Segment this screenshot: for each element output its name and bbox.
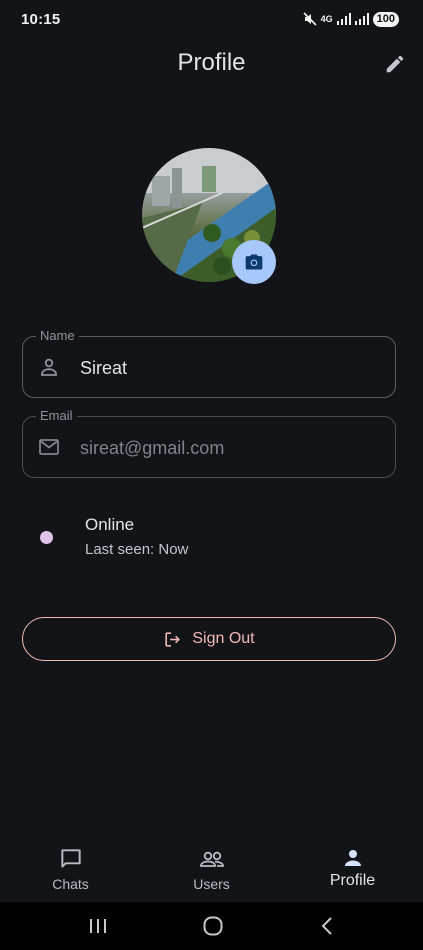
home-icon[interactable] xyxy=(202,915,224,937)
logout-icon xyxy=(165,631,181,647)
system-nav-bar xyxy=(0,902,423,950)
edit-button[interactable] xyxy=(381,50,409,78)
presence-status: Online Last seen: Now xyxy=(0,512,423,572)
name-field-label: Name xyxy=(36,328,79,344)
name-field[interactable]: Name Sireat xyxy=(22,328,396,398)
bottom-nav: Chats Users Profile xyxy=(0,834,423,902)
battery-indicator: 100 xyxy=(372,11,399,27)
chat-bubble-icon xyxy=(60,849,81,868)
back-icon[interactable] xyxy=(318,916,336,936)
page-title: Profile xyxy=(177,49,246,76)
person-icon xyxy=(41,358,57,376)
mute-icon xyxy=(303,12,317,26)
nav-item-profile[interactable]: Profile xyxy=(282,834,423,902)
avatar-container xyxy=(142,148,276,284)
nav-label-users: Users xyxy=(193,876,230,892)
status-icons: 4G 100 xyxy=(303,11,399,27)
online-dot-icon xyxy=(40,531,53,544)
name-value: Sireat xyxy=(80,358,128,378)
signal-icon xyxy=(336,13,351,25)
signal-icon-2 xyxy=(354,13,369,25)
pencil-icon xyxy=(386,55,404,73)
online-status-text: Online xyxy=(85,515,135,534)
network-type-label: 4G xyxy=(320,14,333,24)
sign-out-label: Sign Out xyxy=(192,630,255,647)
users-icon xyxy=(199,851,224,867)
person-icon xyxy=(344,850,361,866)
email-field[interactable]: Email sireat@gmail.com xyxy=(22,408,396,478)
email-field-label: Email xyxy=(36,408,77,424)
camera-icon xyxy=(245,254,263,270)
nav-label-chats: Chats xyxy=(52,876,89,892)
mail-icon xyxy=(39,439,59,455)
status-bar: 10:15 4G 100 xyxy=(0,0,423,38)
recent-apps-icon[interactable] xyxy=(87,917,109,935)
status-time: 10:15 xyxy=(21,10,61,28)
last-seen-text: Last seen: Now xyxy=(85,541,189,558)
email-value: sireat@gmail.com xyxy=(80,438,225,458)
nav-label-profile: Profile xyxy=(329,872,376,889)
sign-out-button[interactable]: Sign Out xyxy=(22,617,396,661)
change-photo-button[interactable] xyxy=(232,240,276,284)
app-bar: Profile xyxy=(0,38,423,90)
nav-item-chats[interactable]: Chats xyxy=(0,834,141,902)
nav-item-users[interactable]: Users xyxy=(141,834,282,902)
